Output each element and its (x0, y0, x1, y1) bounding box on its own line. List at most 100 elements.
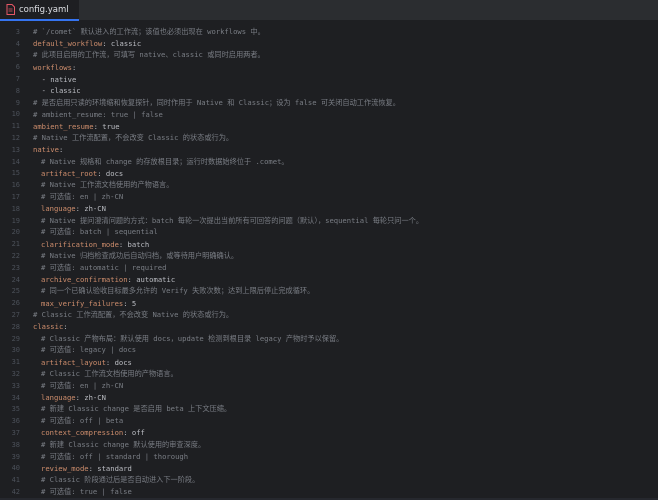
code-line[interactable]: 25 # 同一个已确认验收目标最多允许的 Verify 失败次数；达到上限后停止完… (0, 286, 658, 298)
yaml-key: ambient_resume (33, 121, 94, 131)
line-number: 10 (11, 110, 20, 119)
yaml-comment: # 可选值: off | standard | thorough (41, 451, 189, 461)
yaml-file-icon (6, 4, 15, 15)
code-line[interactable]: 26 max_verify_failures: 5 (0, 297, 658, 309)
line-number: 4 (15, 39, 20, 48)
code-line[interactable]: 19 # Native 提问澄清问题的方式：batch 每轮一次提出当前所有可回答… (0, 215, 658, 227)
code-line[interactable]: 5 # 此项目启用的工作流，可填写 native、classic 或同时启用两者。 (0, 50, 658, 62)
code-line[interactable]: 29 # Classic 产物布局：默认使用 docs，update 检测到根目录… (0, 333, 658, 345)
code-line[interactable]: 4 default_workflow: classic (0, 38, 658, 50)
yaml-value: zh-CN (79, 393, 106, 403)
line-number: 41 (11, 476, 20, 485)
yaml-comment: # 可选值: en | zh-CN (41, 192, 124, 202)
code-line[interactable]: 30 # 可选值: legacy | docs (0, 345, 658, 357)
code-line[interactable]: 31 artifact_layout: docs (0, 356, 658, 368)
line-number: 39 (11, 452, 20, 461)
code-line[interactable]: 9 # 是否启用只读的环境缩和恢复探针，同时作用于 Native 和 Classi… (0, 97, 658, 109)
line-number: 16 (11, 181, 20, 190)
yaml-key: native (33, 145, 59, 155)
line-number: 21 (11, 240, 20, 249)
yaml-key: max_verify_failures (41, 298, 124, 308)
code-line[interactable]: 37 context_compression: off (0, 427, 658, 439)
line-number: 3 (15, 27, 20, 36)
yaml-comment: # 此项目启用的工作流，可填写 native、classic 或同时启用两者。 (33, 50, 265, 60)
yaml-key: language (41, 204, 76, 214)
code-line[interactable]: 39 # 可选值: off | standard | thorough (0, 451, 658, 463)
yaml-key-value: context_compression: off (41, 428, 145, 438)
code-line[interactable]: 11 ambient_resume: true (0, 120, 658, 132)
yaml-comment: # Native 归档检查成功后自动归档，或等待用户明确确认。 (41, 251, 239, 261)
code-line[interactable]: 38 # 新建 Classic change 默认使用的审查深度。 (0, 439, 658, 451)
line-number: 25 (11, 287, 20, 296)
code-line[interactable]: 42 # 可选值: true | false (0, 486, 658, 498)
code-line[interactable]: 35 # 新建 Classic change 是否启用 beta 上下文压缩。 (0, 404, 658, 416)
yaml-key: artifact_layout (41, 357, 106, 367)
code-line[interactable]: 41 # Classic 阶段通过后是否自动进入下一阶段。 (0, 474, 658, 486)
code-line[interactable]: 32 # Classic 工作流文档使用的产物语言。 (0, 368, 658, 380)
code-line[interactable]: 14 # Native 规格和 change 的存放根目录；运行时数据始终位于 .… (0, 156, 658, 168)
code-editor[interactable]: 3 # `/comet` 默认进入的工作流；该值也必须出现在 workflows … (0, 26, 658, 500)
yaml-comment: # Classic 产物布局：默认使用 docs，update 检测到根目录 l… (41, 333, 344, 343)
yaml-list-item: - native (33, 74, 77, 84)
line-number: 14 (11, 157, 20, 166)
line-number: 8 (15, 86, 20, 95)
yaml-key-value: artifact_layout: docs (41, 357, 132, 367)
code-line[interactable]: 27 # Classic 工作流配置，不会改变 Native 的状态或行为。 (0, 309, 658, 321)
yaml-comment: # 同一个已确认验收目标最多允许的 Verify 失败次数；达到上限后停止完成循… (41, 286, 315, 296)
code-line[interactable]: 28 classic: (0, 321, 658, 333)
yaml-value: batch (123, 239, 150, 249)
yaml-comment: # 可选值: automatic | required (41, 262, 167, 272)
yaml-key-value: language: zh-CN (41, 393, 106, 403)
code-line[interactable]: 20 # 可选值: batch | sequential (0, 227, 658, 239)
yaml-comment: # Native 提问澄清问题的方式：batch 每轮一次提出当前所有可回答的问… (41, 215, 424, 225)
yaml-comment: # Classic 工作流文档使用的产物语言。 (41, 369, 178, 378)
code-line[interactable]: 34 language: zh-CN (0, 392, 658, 404)
line-number: 26 (11, 299, 20, 308)
line-number: 35 (11, 405, 20, 414)
code-line[interactable]: 3 # `/comet` 默认进入的工作流；该值也必须出现在 workflows … (0, 26, 658, 38)
yaml-value: docs (101, 168, 124, 178)
code-line[interactable]: 12 # Native 工作流配置，不会改变 Classic 的状态或行为。 (0, 132, 658, 144)
line-number: 23 (11, 263, 20, 272)
code-line[interactable]: 8 - classic (0, 85, 658, 97)
code-line[interactable]: 13 native: (0, 144, 658, 156)
line-number: 11 (11, 122, 20, 131)
code-line[interactable]: 36 # 可选值: off | beta (0, 415, 658, 427)
yaml-key-value: clarification_mode: batch (41, 239, 150, 249)
code-line[interactable]: 24 archive_confirmation: automatic (0, 274, 658, 286)
code-line[interactable]: 7 - native (0, 73, 658, 85)
line-number: 7 (15, 75, 20, 84)
line-number: 40 (11, 464, 20, 473)
yaml-comment: # 可选值: off | beta (41, 416, 124, 426)
line-number: 22 (11, 252, 20, 261)
line-number: 34 (11, 393, 20, 402)
yaml-comment: # `/comet` 默认进入的工作流；该值也必须出现在 workflows 中… (33, 26, 265, 36)
yaml-key-value: default_workflow: classic (33, 39, 142, 49)
yaml-comment: # ambient_resume: true | false (33, 109, 163, 119)
yaml-comment: # 可选值: true | false (41, 486, 132, 496)
code-line[interactable]: 33 # 可选值: en | zh-CN (0, 380, 658, 392)
line-number: 19 (11, 216, 20, 225)
yaml-value: 5 (127, 298, 137, 308)
line-number: 30 (11, 346, 20, 355)
code-line[interactable]: 17 # 可选值: en | zh-CN (0, 191, 658, 203)
code-line[interactable]: 15 artifact_root: docs (0, 168, 658, 180)
code-line[interactable]: 22 # Native 归档检查成功后自动归档，或等待用户明确确认。 (0, 250, 658, 262)
code-line[interactable]: 16 # Native 工作流文档使用的产物语言。 (0, 179, 658, 191)
yaml-comment: # 是否启用只读的环境缩和恢复探针，同时作用于 Native 和 Classic… (33, 97, 400, 107)
code-line[interactable]: 21 clarification_mode: batch (0, 238, 658, 250)
line-number: 15 (11, 169, 20, 178)
yaml-key-value: native: (33, 145, 64, 155)
editor-tab-bar: config.yaml (0, 0, 658, 21)
code-line[interactable]: 6 workflows: (0, 61, 658, 73)
code-line[interactable]: 10 # ambient_resume: true | false (0, 109, 658, 121)
yaml-key: review_mode (41, 463, 89, 473)
code-line[interactable]: 40 review_mode: standard (0, 462, 658, 474)
yaml-comment: # Classic 工作流配置，不会改变 Native 的状态或行为。 (33, 310, 234, 320)
tab-config-yaml[interactable]: config.yaml (0, 0, 79, 21)
code-line[interactable]: 23 # 可选值: automatic | required (0, 262, 658, 274)
line-number: 36 (11, 417, 20, 426)
yaml-value: off (127, 428, 145, 438)
code-line[interactable]: 18 language: zh-CN (0, 203, 658, 215)
line-number: 24 (11, 275, 20, 284)
